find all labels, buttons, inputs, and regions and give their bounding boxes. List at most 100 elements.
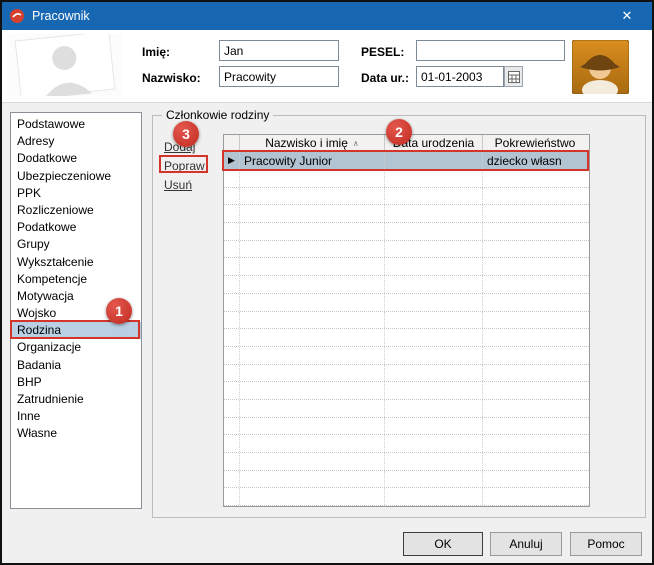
family-table-row[interactable] [224,329,589,347]
sidebar-item-wojsko[interactable]: Wojsko [11,305,141,322]
calendar-icon [508,71,520,83]
sidebar-item-wyksztalcenie[interactable]: Wykształcenie [11,254,141,271]
table-cell [385,241,483,258]
pesel-label: PESEL: [361,45,404,59]
family-table-row[interactable] [224,276,589,294]
table-cell [483,170,587,187]
sidebar-item-rodzina[interactable]: Rodzina [11,322,141,339]
sidebar-item-bhp[interactable]: BHP [11,374,141,391]
table-cell [483,400,587,417]
table-cell [483,453,587,470]
table-cell [240,241,385,258]
row-marker-cell [224,170,240,187]
row-marker-cell: ▶ [224,152,240,169]
column-header-nazwisko-i-imie[interactable]: Nazwisko i imię ∧ [240,135,385,151]
family-table-row[interactable] [224,347,589,365]
calendar-button[interactable] [504,66,523,87]
row-marker-cell [224,471,240,488]
family-table-row[interactable] [224,223,589,241]
family-table-row[interactable] [224,258,589,276]
sidebar-item-wlasne[interactable]: Własne [11,425,141,442]
data-ur-label: Data ur.: [361,71,409,85]
family-table-row[interactable] [224,205,589,223]
table-cell [385,276,483,293]
family-table-header: Nazwisko i imię ∧ Data urodzenia Pokrewi… [224,135,589,152]
pesel-input[interactable] [416,40,565,61]
family-table-row[interactable] [224,400,589,418]
sidebar-item-grupy[interactable]: Grupy [11,236,141,253]
table-cell [240,276,385,293]
sidebar-item-ubezpieczeniowe[interactable]: Ubezpieczeniowe [11,168,141,185]
sidebar-item-podatkowe[interactable]: Podatkowe [11,219,141,236]
table-cell [240,347,385,364]
row-marker-icon: ▶ [228,156,235,165]
family-table-row[interactable] [224,294,589,312]
family-table-row[interactable] [224,488,589,506]
table-cell [483,188,587,205]
row-marker-cell [224,205,240,222]
sidebar-item-adresy[interactable]: Adresy [11,133,141,150]
sidebar-item-zatrudnienie[interactable]: Zatrudnienie [11,391,141,408]
column-header-data-urodzenia[interactable]: Data urodzenia [385,135,483,151]
family-table-row[interactable] [224,453,589,471]
photo-placeholder [8,34,122,96]
sidebar-item-rozliczeniowe[interactable]: Rozliczeniowe [11,202,141,219]
table-cell [240,312,385,329]
row-marker-cell [224,347,240,364]
header: Imię: Nazwisko: PESEL: Data ur.: [2,30,652,103]
family-table-row[interactable] [224,471,589,489]
sidebar-list: PodstawoweAdresyDodatkoweUbezpieczeniowe… [10,112,142,509]
sidebar-item-ppk[interactable]: PPK [11,185,141,202]
sidebar-item-inne[interactable]: Inne [11,408,141,425]
table-cell [483,276,587,293]
imie-input[interactable] [219,40,339,61]
row-marker-cell [224,276,240,293]
row-marker-cell [224,312,240,329]
table-cell [483,347,587,364]
family-table-row[interactable] [224,418,589,436]
data-ur-input[interactable] [416,66,504,87]
row-marker-cell [224,453,240,470]
row-marker-cell [224,488,240,505]
dodaj-link[interactable]: Dodaj [164,140,195,154]
close-button[interactable]: ✕ [609,2,645,30]
table-cell [483,382,587,399]
table-cell [240,329,385,346]
sidebar-item-organizacje[interactable]: Organizacje [11,339,141,356]
table-cell [483,241,587,258]
table-cell [385,453,483,470]
family-table-row[interactable] [224,365,589,383]
family-table-row-selected[interactable]: ▶Pracowity Juniordziecko własn [224,152,589,170]
sidebar-item-kompetencje[interactable]: Kompetencje [11,271,141,288]
sidebar-item-motywacja[interactable]: Motywacja [11,288,141,305]
ok-button[interactable]: OK [403,532,483,556]
family-table-row[interactable] [224,435,589,453]
table-cell [483,205,587,222]
family-table-row[interactable] [224,312,589,330]
sidebar-item-dodatkowe[interactable]: Dodatkowe [11,150,141,167]
table-cell [483,329,587,346]
table-cell [385,312,483,329]
table-cell [385,435,483,452]
column-header-pokrewienstwo[interactable]: Pokrewieństwo [483,135,587,151]
usun-link[interactable]: Usuń [164,178,192,192]
pomoc-button[interactable]: Pomoc [570,532,642,556]
table-cell [240,418,385,435]
app-icon [9,8,25,24]
nazwisko-label: Nazwisko: [142,71,201,85]
sidebar-item-badania[interactable]: Badania [11,357,141,374]
popraw-link[interactable]: Popraw [164,159,205,173]
row-marker-cell [224,329,240,346]
family-table-row[interactable] [224,241,589,259]
family-table-row[interactable] [224,382,589,400]
family-table-row[interactable] [224,188,589,206]
sidebar-item-podstawowe[interactable]: Podstawowe [11,116,141,133]
table-cell [385,223,483,240]
anuluj-button[interactable]: Anuluj [490,532,562,556]
family-table-row[interactable] [224,170,589,188]
row-marker-cell [224,435,240,452]
nazwisko-input[interactable] [219,66,339,87]
table-cell [483,418,587,435]
table-cell [240,188,385,205]
table-cell [385,329,483,346]
